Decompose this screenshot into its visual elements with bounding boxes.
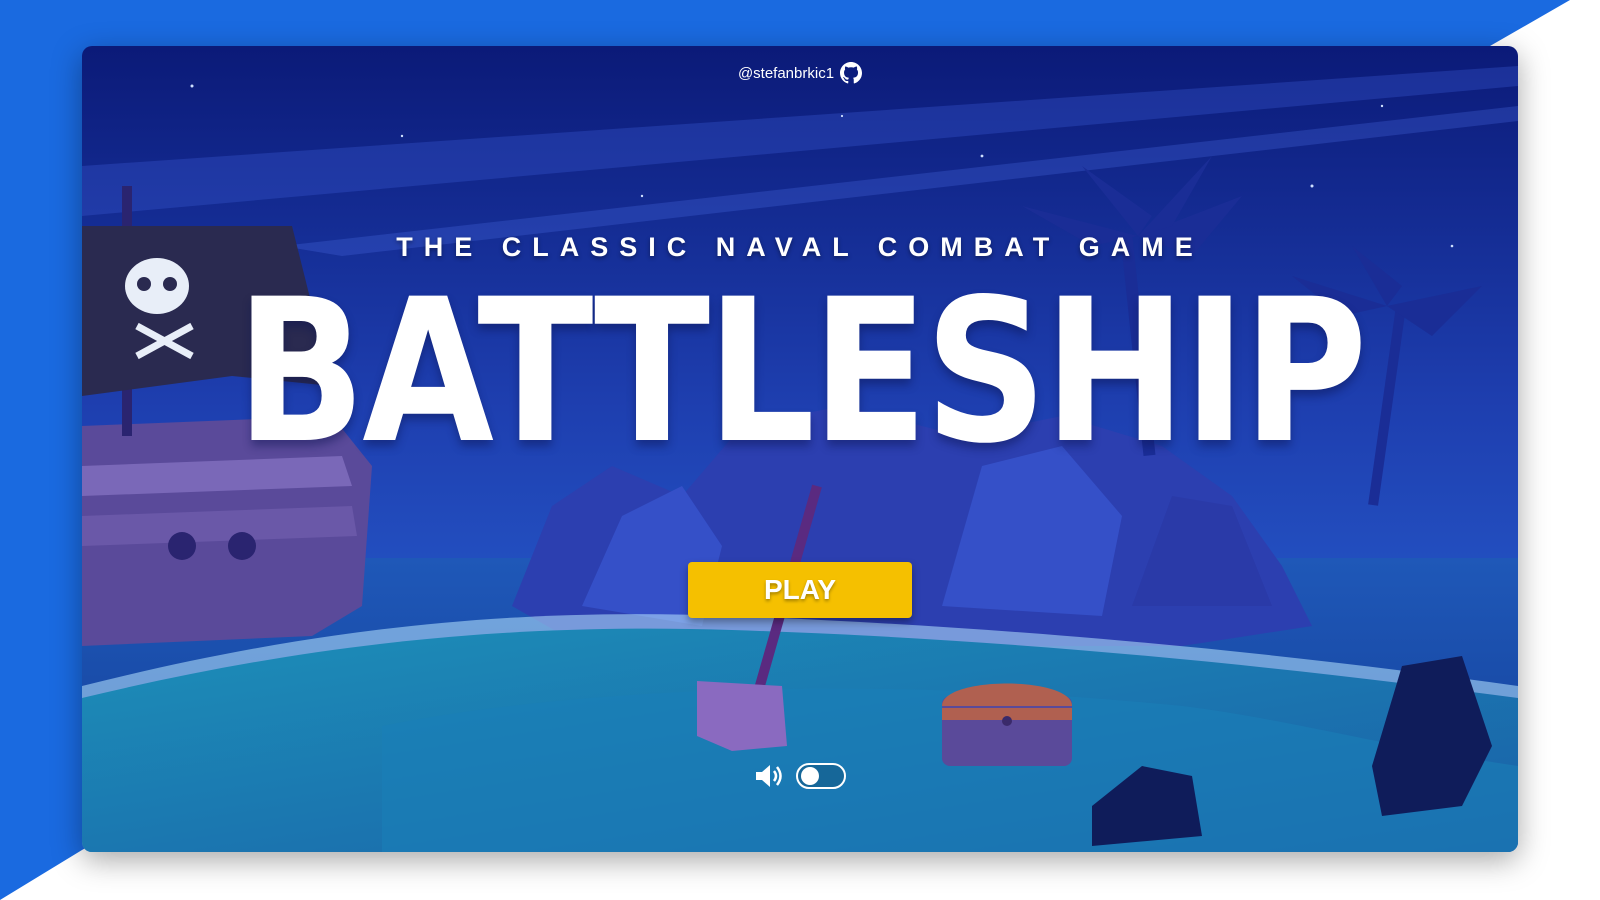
game-title: BATTLESHIP: [235, 256, 1368, 487]
toggle-knob: [801, 767, 819, 785]
author-link[interactable]: @stefanbrkic1: [737, 62, 863, 84]
speaker-icon: [756, 765, 782, 787]
play-button[interactable]: PLAY: [688, 562, 912, 618]
github-icon: [840, 62, 863, 84]
game-window: @stefanbrkic1 THE CLASSIC NAVAL COMBAT G…: [82, 46, 1518, 852]
author-credit: @stefanbrkic1: [82, 62, 1518, 84]
author-handle: @stefanbrkic1: [737, 64, 835, 82]
treasure-chest: [942, 683, 1072, 766]
sound-toggle[interactable]: [796, 763, 846, 789]
sound-control: [82, 762, 1518, 790]
